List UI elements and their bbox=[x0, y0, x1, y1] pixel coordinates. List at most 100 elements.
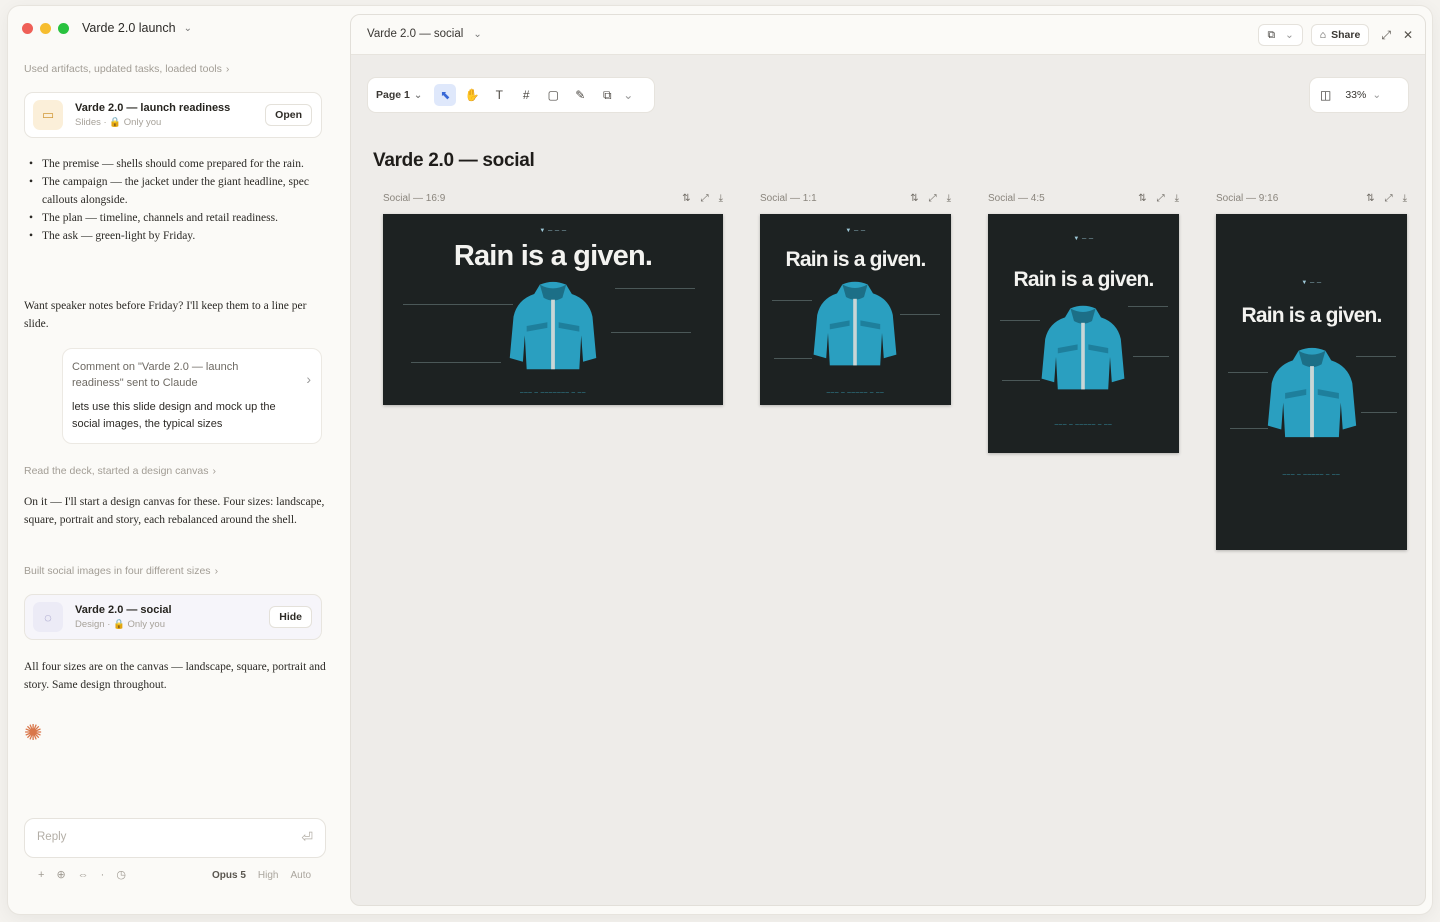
pen-tool-icon[interactable]: ✎ bbox=[569, 84, 591, 106]
frame-header: Social — 9:16 ⇅ ⤢ ⤓ bbox=[1216, 190, 1407, 206]
chat-panel: Varde 2.0 launch ⌄ Used artifacts, updat… bbox=[8, 6, 348, 914]
artifact-title: Varde 2.0 — social bbox=[75, 604, 172, 616]
tool-trace-label: Read the deck, started a design canvas bbox=[24, 465, 209, 477]
copy-menu-button[interactable]: ⧉ ⌄ bbox=[1258, 24, 1303, 46]
tool-trace-3[interactable]: Built social images in four different si… bbox=[24, 565, 218, 577]
chevron-down-icon[interactable]: ⌄ bbox=[184, 23, 192, 34]
tools-icon[interactable]: ⇔ bbox=[78, 869, 89, 881]
comment-card[interactable]: Comment on "Varde 2.0 — launch readiness… bbox=[62, 348, 322, 444]
expand-icon[interactable]: ⤢ bbox=[701, 193, 709, 204]
chevron-down-icon[interactable]: ⌄ bbox=[623, 84, 633, 106]
bullet-item: The plan — timeline, channels and retail… bbox=[26, 209, 326, 227]
frame-header: Social — 1:1 ⇅ ⤢ ⤓ bbox=[760, 190, 951, 206]
bullet-item: The premise — shells should come prepare… bbox=[26, 155, 326, 173]
select-tool-icon[interactable]: ⬉ bbox=[434, 84, 457, 106]
canvas-panel-title[interactable]: Varde 2.0 — social ⌄ bbox=[367, 28, 482, 40]
dot-icon: · bbox=[100, 868, 105, 881]
callout-line bbox=[1230, 428, 1268, 429]
add-icon[interactable]: + bbox=[38, 869, 44, 881]
download-icon[interactable]: ⤓ bbox=[947, 193, 951, 204]
jacket-image bbox=[813, 281, 897, 366]
frame-label[interactable]: Social — 16:9 bbox=[383, 193, 445, 204]
callout-line bbox=[1361, 412, 1397, 413]
hand-tool-icon[interactable]: ✋ bbox=[461, 84, 483, 106]
reply-composer[interactable]: Reply ⏎ bbox=[24, 818, 326, 858]
composer-tools: + ⊕ ⇔ · ◷ bbox=[38, 868, 138, 882]
assistant-message-3: All four sizes are on the canvas — lands… bbox=[24, 661, 326, 691]
social-frame-landscape[interactable]: ▼ ─ ─ ─ Rain is a given. ─── ─ ─────── ─… bbox=[383, 214, 723, 405]
rename-icon[interactable]: ⇅ bbox=[682, 193, 690, 204]
share-button[interactable]: ⌂ Share bbox=[1310, 24, 1370, 46]
chevron-right-icon[interactable]: › bbox=[306, 371, 311, 387]
expand-icon[interactable]: ⤢ bbox=[1385, 193, 1393, 204]
shape-tool-icon[interactable]: ▢ bbox=[542, 84, 564, 106]
components-tool-icon[interactable]: ⧉ bbox=[596, 84, 618, 106]
frame-label[interactable]: Social — 1:1 bbox=[760, 193, 817, 204]
lock-icon: ⌂ bbox=[1319, 29, 1327, 41]
hide-artifact-button[interactable]: Hide bbox=[269, 606, 312, 628]
social-frame-story[interactable]: ▼ ─ ─ Rain is a given. ─── ─ ───── ─ ── bbox=[1216, 214, 1407, 550]
rename-icon[interactable]: ⇅ bbox=[910, 193, 918, 204]
tool-trace-1[interactable]: Used artifacts, updated tasks, loaded to… bbox=[24, 63, 229, 75]
model-name[interactable]: Opus 5 bbox=[212, 870, 246, 881]
project-title[interactable]: Varde 2.0 launch bbox=[82, 21, 176, 35]
tool-trace-label: Built social images in four different si… bbox=[24, 565, 211, 577]
frame-headline: Rain is a given. bbox=[453, 240, 653, 272]
close-icon[interactable]: ✕ bbox=[1403, 28, 1413, 42]
chevron-down-icon: ⌄ bbox=[473, 29, 482, 40]
callout-line bbox=[1133, 356, 1169, 357]
zoom-level[interactable]: 33% bbox=[1345, 89, 1366, 101]
artifact-card-social[interactable]: ◌ Varde 2.0 — social Design · 🔒 Only you… bbox=[24, 594, 322, 640]
frame-headline: Rain is a given. bbox=[1241, 304, 1382, 327]
callout-line bbox=[615, 288, 695, 289]
copy-icon: ⧉ bbox=[1267, 28, 1275, 41]
rename-icon[interactable]: ⇅ bbox=[1366, 193, 1374, 204]
assistant-message-1: Want speaker notes before Friday? I'll k… bbox=[24, 300, 307, 330]
attach-icon[interactable]: ⊕ bbox=[56, 868, 65, 881]
social-frame-portrait[interactable]: ▼ ─ ─ Rain is a given. ─── ─ ───── ─ ── bbox=[988, 214, 1179, 453]
send-icon[interactable]: ⏎ bbox=[301, 829, 313, 846]
open-artifact-button[interactable]: Open bbox=[265, 104, 312, 126]
design-toolbar: Page 1 ⌄ ⬉ ✋ T # ▢ ✎ ⧉ ⌄ bbox=[367, 77, 655, 113]
effort-level[interactable]: High bbox=[258, 870, 279, 881]
mode-selector[interactable]: Auto bbox=[290, 870, 311, 881]
reply-input[interactable]: Reply bbox=[37, 831, 66, 843]
zoom-window-button[interactable] bbox=[58, 22, 69, 34]
frame-tool-icon[interactable]: # bbox=[515, 84, 537, 106]
frame-headline: Rain is a given. bbox=[785, 248, 926, 271]
page-label: Page 1 bbox=[376, 89, 410, 101]
share-label: Share bbox=[1331, 29, 1361, 41]
callout-line bbox=[1002, 380, 1040, 381]
download-icon[interactable]: ⤓ bbox=[719, 193, 723, 204]
frame-brand-tag: ▼ ─ ─ bbox=[1073, 236, 1094, 242]
text-tool-icon[interactable]: T bbox=[488, 84, 510, 106]
minimize-window-button[interactable] bbox=[40, 22, 51, 34]
chevron-down-icon[interactable]: ⌄ bbox=[1372, 89, 1381, 101]
assistant-message-2: On it — I'll start a design canvas for t… bbox=[24, 496, 325, 526]
download-icon[interactable]: ⤓ bbox=[1175, 193, 1179, 204]
download-icon[interactable]: ⤓ bbox=[1403, 193, 1407, 204]
panel-toggle-icon[interactable]: ◫ bbox=[1320, 88, 1331, 102]
jacket-image bbox=[1041, 305, 1125, 390]
callout-line bbox=[1128, 306, 1168, 307]
rename-icon[interactable]: ⇅ bbox=[1138, 193, 1146, 204]
bullet-item: The ask — green-light by Friday. bbox=[26, 227, 326, 245]
expand-icon[interactable]: ⤢ bbox=[929, 193, 937, 204]
model-selector[interactable]: Opus 5 High Auto bbox=[212, 870, 323, 881]
frame-label[interactable]: Social — 9:16 bbox=[1216, 193, 1278, 204]
artifact-card-launch-readiness[interactable]: ▭ Varde 2.0 — launch readiness Slides · … bbox=[24, 92, 322, 138]
callout-line bbox=[1000, 320, 1040, 321]
social-frame-square[interactable]: ▼ ─ ─ Rain is a given. ─── ─ ───── ─ ── bbox=[760, 214, 951, 405]
clock-icon[interactable]: ◷ bbox=[116, 868, 126, 881]
title-bar: Varde 2.0 launch ⌄ bbox=[22, 18, 192, 38]
expand-icon[interactable]: ⤢ bbox=[1157, 193, 1165, 204]
tool-trace-2[interactable]: Read the deck, started a design canvas › bbox=[24, 465, 216, 477]
frame-label[interactable]: Social — 4:5 bbox=[988, 193, 1045, 204]
page-selector[interactable]: Page 1 ⌄ bbox=[376, 89, 422, 101]
jacket-image bbox=[509, 281, 597, 370]
canvas-panel: Varde 2.0 — social ⌄ ⧉ ⌄ ⌂ Share ⤢ ✕ Page 1… bbox=[350, 14, 1426, 906]
close-window-button[interactable] bbox=[22, 22, 33, 34]
canvas-title: Varde 2.0 — social bbox=[373, 150, 535, 171]
expand-icon[interactable]: ⤢ bbox=[1381, 28, 1391, 43]
frame-footer: ─── ─ ───── ─ ── bbox=[1282, 472, 1341, 478]
